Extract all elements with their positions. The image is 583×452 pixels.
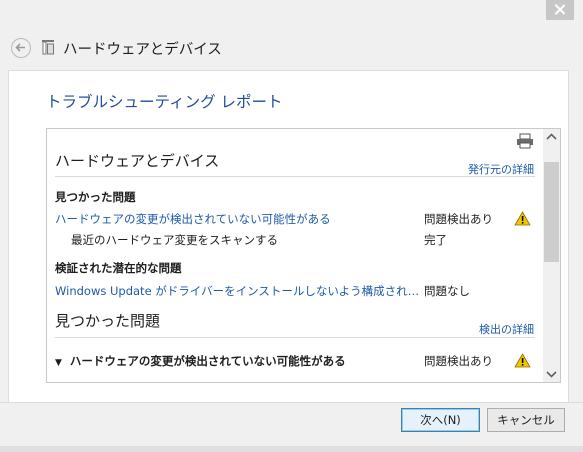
scroll-up-icon[interactable] <box>543 129 560 145</box>
scan-status: 完了 <box>424 233 447 247</box>
expander-label: ハードウェアの変更が検出されていない可能性がある <box>69 354 346 368</box>
potential-status: 問題なし <box>424 284 470 298</box>
section-title-hardware: ハードウェアとデバイス <box>55 152 220 170</box>
issue-status: 問題検出あり <box>424 212 493 226</box>
warning-icon <box>514 353 531 368</box>
hardware-icon <box>42 40 54 55</box>
expander-status: 問題検出あり <box>424 354 493 368</box>
back-arrow-icon <box>15 43 25 52</box>
section-title-found: 見つかった問題 <box>55 312 161 330</box>
cancel-button[interactable]: キャンセル <box>487 408 565 432</box>
potential-issue-link[interactable]: Windows Update がドライバーをインストールしないよう構成され… <box>55 283 419 299</box>
warning-icon <box>514 211 531 226</box>
expand-triangle-icon: ▼ <box>55 358 62 368</box>
issue-expander[interactable]: ▼ ハードウェアの変更が検出されていない可能性がある <box>55 353 346 369</box>
scrollbar-thumb[interactable] <box>544 162 559 262</box>
printer-icon[interactable] <box>516 133 534 149</box>
publisher-details-link[interactable]: 発行元の詳細 <box>468 161 534 177</box>
report-pane[interactable]: ハードウェアとデバイス 発行元の詳細 見つかった問題 ハードウェアの変更が検出さ… <box>46 128 561 383</box>
scroll-down-icon[interactable] <box>543 366 560 382</box>
footer-divider <box>0 402 583 403</box>
detection-details-link[interactable]: 検出の詳細 <box>479 321 534 337</box>
status-strip <box>0 446 583 452</box>
next-button[interactable]: 次へ(N) <box>401 408 480 432</box>
vertical-scrollbar[interactable] <box>543 129 560 382</box>
page-title: トラブルシューティング レポート <box>46 93 283 111</box>
issue-link[interactable]: ハードウェアの変更が検出されていない可能性がある <box>55 211 331 227</box>
potential-problems-header: 検証された潜在的な問題 <box>55 261 182 275</box>
divider <box>55 337 535 338</box>
close-button[interactable] <box>546 0 574 20</box>
back-button[interactable] <box>11 38 31 58</box>
scan-item: 最近のハードウェア変更をスキャンする <box>71 233 278 247</box>
troubleshooter-window: ハードウェアとデバイス トラブルシューティング レポート ハードウェアとデバイス… <box>0 0 583 446</box>
found-problems-header: 見つかった問題 <box>55 190 136 204</box>
window-title: ハードウェアとデバイス <box>63 42 222 58</box>
content-panel: トラブルシューティング レポート ハードウェアとデバイス 発行元の詳細 見つかっ… <box>8 70 569 403</box>
divider <box>55 176 535 177</box>
